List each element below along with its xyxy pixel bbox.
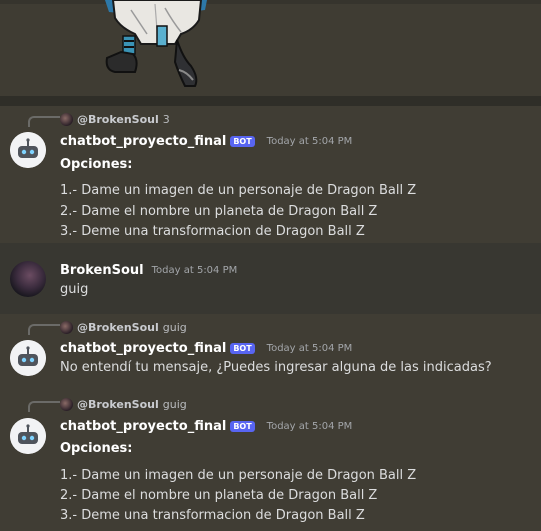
reply-reference[interactable]: @BrokenSoul guig [60,320,187,334]
option-line: 1.- Dame un imagen de un personaje de Dr… [60,183,417,198]
image-top-edge [0,0,541,4]
message-header: BrokenSoul Today at 5:04 PM [60,261,237,279]
message-timestamp[interactable]: Today at 5:04 PM [267,421,353,432]
message-item[interactable]: BrokenSoul Today at 5:04 PM guig [0,243,541,314]
option-line: 3.- Deme una transformacion de Dragon Ba… [60,224,365,239]
option-line: 2.- Dame el nombre un planeta de Dragon … [60,204,378,219]
reply-connector [28,116,60,127]
character-sprite-image[interactable] [95,0,225,92]
message-text: No entendí tu mensaje, ¿Puedes ingresar … [60,360,492,375]
author-name[interactable]: chatbot_proyecto_final [60,419,226,434]
message-header: chatbot_proyecto_final BOT Today at 5:04… [60,417,352,435]
message-item[interactable]: @BrokenSoul guig chatbot_proyecto_final … [0,314,541,390]
message-header: chatbot_proyecto_final BOT Today at 5:04… [60,132,352,150]
option-line: 2.- Dame el nombre un planeta de Dragon … [60,488,378,503]
robot-icon [10,340,46,376]
bot-avatar[interactable] [10,340,46,376]
reply-connector [28,324,60,335]
reply-excerpt: guig [162,397,187,411]
reply-username[interactable]: @BrokenSoul [77,113,159,126]
message-header: chatbot_proyecto_final BOT Today at 5:04… [60,339,352,357]
bot-avatar[interactable] [10,418,46,454]
option-line: 3.- Deme una transformacion de Dragon Ba… [60,508,365,523]
reply-reference[interactable]: @BrokenSoul 3 [60,112,170,126]
robot-icon [10,418,46,454]
robot-icon [10,132,46,168]
bot-badge: BOT [230,342,255,354]
author-name[interactable]: chatbot_proyecto_final [60,134,226,149]
reply-avatar [60,112,73,126]
message-timestamp[interactable]: Today at 5:04 PM [152,265,238,276]
author-name[interactable]: BrokenSoul [60,263,144,278]
user-avatar[interactable] [10,261,46,297]
reply-connector [28,401,60,412]
bot-badge: BOT [230,420,255,432]
reply-reference[interactable]: @BrokenSoul guig [60,397,187,411]
option-line: 1.- Dame un imagen de un personaje de Dr… [60,468,417,483]
reply-avatar [60,397,73,411]
author-name[interactable]: chatbot_proyecto_final [60,341,226,356]
options-heading: Opciones: [60,441,133,456]
message-text: guig [60,282,89,297]
message-timestamp[interactable]: Today at 5:04 PM [267,136,353,147]
message-item[interactable]: @BrokenSoul 3 chatbot_proyecto_final BOT… [0,106,541,243]
message-timestamp[interactable]: Today at 5:04 PM [267,343,353,354]
message-divider [0,96,541,106]
reply-excerpt: guig [162,320,187,334]
image-attachment[interactable] [0,0,541,96]
reply-avatar [60,320,73,334]
message-item[interactable]: @BrokenSoul guig chatbot_proyecto_final … [0,390,541,531]
bot-avatar[interactable] [10,132,46,168]
reply-username[interactable]: @BrokenSoul [77,398,159,411]
reply-excerpt: 3 [162,112,170,126]
reply-username[interactable]: @BrokenSoul [77,321,159,334]
options-heading: Opciones: [60,157,133,172]
bot-badge: BOT [230,135,255,147]
